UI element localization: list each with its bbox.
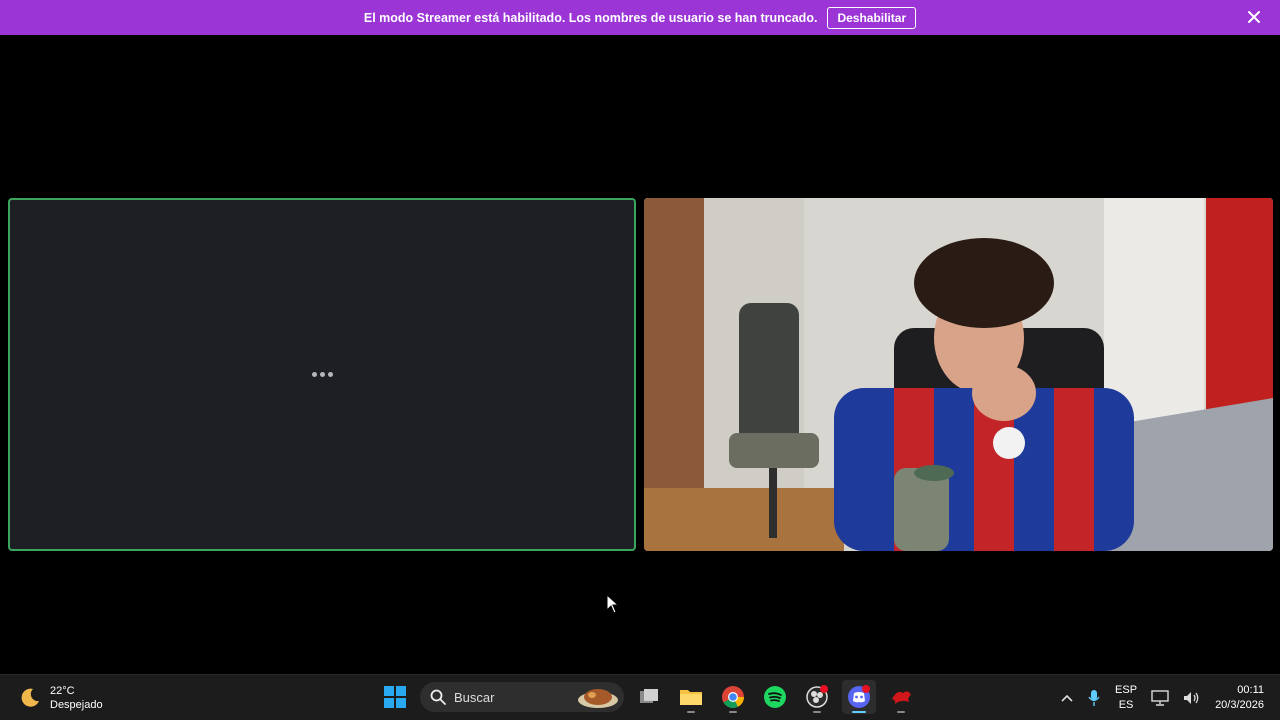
microphone-icon[interactable] [1087, 689, 1101, 707]
mouse-cursor-icon [606, 594, 620, 614]
discord-icon [848, 685, 870, 708]
start-button[interactable] [378, 680, 412, 714]
taskbar-center: Buscar [378, 680, 918, 714]
taskbar-file-explorer[interactable] [674, 680, 708, 714]
red-app-icon [892, 691, 911, 704]
weather-widget[interactable]: 22°C Despejado [18, 684, 103, 712]
taskbar-obs[interactable] [800, 680, 834, 714]
folder-icon [680, 690, 702, 705]
windows-taskbar: 22°C Despejado Buscar ESP ES 00:11 20/3/… [0, 674, 1280, 720]
taskbar-app-red[interactable] [884, 680, 918, 714]
volume-icon[interactable] [1183, 690, 1201, 706]
task-view-button[interactable] [632, 680, 666, 714]
system-tray: ESP ES 00:11 20/3/2026 [1061, 675, 1264, 720]
weather-condition: Despejado [50, 699, 103, 711]
network-icon[interactable] [1151, 689, 1169, 706]
input-language-indicator[interactable]: ESP ES [1115, 683, 1137, 713]
disable-streamer-mode-button[interactable]: Deshabilitar [827, 6, 917, 29]
windows-logo-icon [384, 686, 406, 708]
weather-temperature: 22°C [50, 685, 75, 697]
obs-icon [806, 685, 828, 708]
participant-tile-loading[interactable] [8, 198, 636, 551]
language-secondary: ES [1118, 698, 1134, 711]
spotify-icon [764, 686, 786, 708]
taskbar-chrome[interactable] [716, 680, 750, 714]
chevron-up-icon[interactable] [1061, 694, 1073, 702]
taskbar-clock[interactable]: 00:11 20/3/2026 [1215, 683, 1264, 713]
streamer-mode-banner: El modo Streamer está habilitado. Los no… [0, 0, 1280, 35]
banner-message: El modo Streamer está habilitado. Los no… [363, 10, 818, 25]
moon-icon [21, 688, 39, 707]
clock-time: 00:11 [1237, 683, 1264, 696]
chrome-icon [722, 686, 744, 708]
search-highlight-food-icon [578, 689, 618, 708]
task-view-icon [640, 689, 658, 703]
participant-video-tile[interactable] [644, 198, 1273, 551]
webcam-video-feed [644, 198, 1273, 551]
search-icon [430, 689, 446, 705]
taskbar-spotify[interactable] [758, 680, 792, 714]
language-primary: ESP [1115, 683, 1138, 696]
taskbar-discord[interactable] [842, 680, 876, 714]
close-icon[interactable] [1246, 9, 1262, 25]
loading-dots-icon [311, 372, 333, 377]
taskbar-search-box[interactable]: Buscar [420, 682, 624, 712]
clock-date: 20/3/2026 [1215, 698, 1264, 711]
search-label: Buscar [454, 689, 495, 705]
